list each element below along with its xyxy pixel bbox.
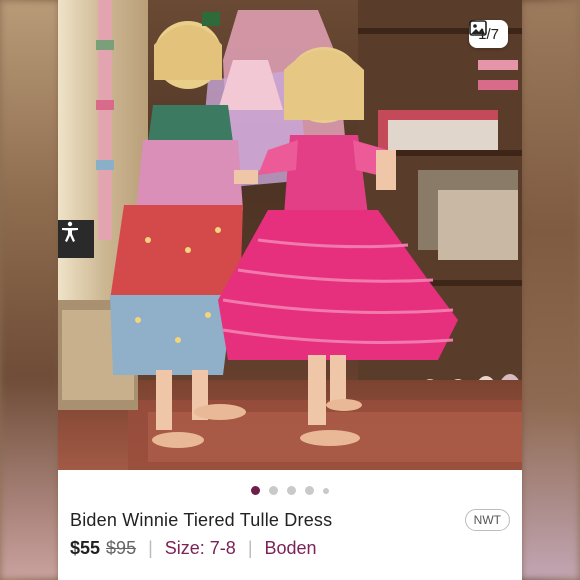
listing-title[interactable]: Biden Winnie Tiered Tulle Dress (70, 510, 332, 531)
size-link[interactable]: Size: 7-8 (165, 538, 236, 559)
photo-illustration (58, 0, 522, 470)
meta-separator: | (148, 538, 153, 558)
accessibility-icon (62, 221, 78, 242)
backdrop-left (0, 0, 60, 580)
carousel-dot[interactable] (305, 486, 314, 495)
listing-price: $55 (70, 538, 101, 558)
condition-badge: NWT (464, 509, 510, 531)
carousel-dot[interactable] (251, 486, 260, 495)
carousel-dot[interactable] (323, 487, 329, 494)
carousel-dots (58, 486, 522, 495)
photo-counter[interactable]: 1/7 (469, 20, 508, 48)
listing-card: 1/7 Biden Winnie Tiered Tulle Dress NWT … (58, 0, 522, 580)
backdrop-right (520, 0, 580, 580)
meta-separator: | (247, 538, 253, 558)
listing-photo[interactable]: 1/7 (58, 0, 522, 470)
carousel-dot[interactable] (287, 486, 296, 495)
brand-link[interactable]: Boden (265, 538, 317, 559)
original-price: $95 (106, 538, 137, 558)
listing-meta: $55 $95 | Size: 7-8 | Boden (70, 538, 317, 559)
carousel-dot[interactable] (269, 486, 278, 495)
accessibility-button[interactable] (58, 220, 94, 258)
image-icon (469, 20, 487, 36)
